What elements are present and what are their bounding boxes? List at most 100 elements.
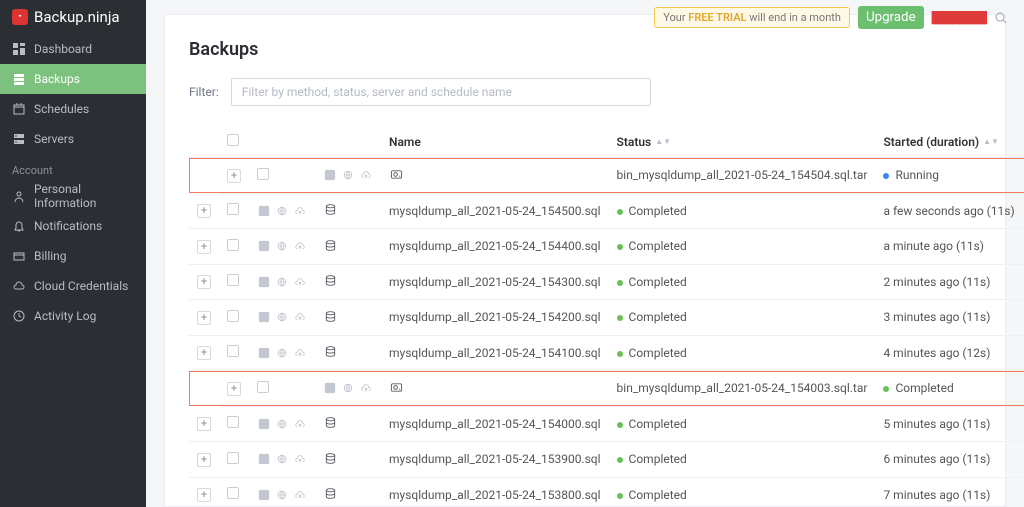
sort-icon[interactable]: ▲▼ — [983, 140, 999, 144]
info-icon — [257, 418, 271, 430]
db-icon — [323, 487, 337, 501]
sidebar-item-notifications[interactable]: Notifications — [0, 211, 146, 241]
backup-started: a few seconds ago (11s) — [875, 193, 1022, 229]
expand-row-button[interactable]: + — [197, 417, 211, 431]
backups-table: Name Status▲▼ Started (duration)▲▼ Serve… — [189, 126, 1024, 507]
sidebar-item-personal-information[interactable]: Personal Information — [0, 181, 146, 211]
backup-status: Completed — [875, 371, 1022, 407]
select-all-checkbox[interactable] — [227, 134, 239, 146]
backup-name: mysqldump_all_2021-05-24_153800.sql — [381, 477, 609, 507]
hdd-icon — [389, 167, 403, 181]
cloud-upload-icon — [293, 347, 307, 359]
info-icon — [257, 205, 271, 217]
expand-row-button[interactable]: + — [197, 488, 211, 502]
backups-icon — [12, 72, 26, 86]
sidebar-item-cloud-credentials[interactable]: Cloud Credentials — [0, 271, 146, 301]
backup-name: bin_mysqldump_all_2021-05-24_154003.sql.… — [609, 371, 876, 407]
backups-card: Backups Filter: Name Status▲▼ Started (d… — [164, 14, 1006, 507]
expand-row-button[interactable]: + — [197, 275, 211, 289]
expand-row-button[interactable]: + — [197, 204, 211, 218]
backup-status: Completed — [609, 264, 876, 300]
row-checkbox[interactable] — [227, 416, 239, 428]
row-checkbox[interactable] — [257, 381, 269, 393]
expand-row-button[interactable]: + — [227, 169, 241, 183]
sidebar-item-billing[interactable]: Billing — [0, 241, 146, 271]
cloud-upload-icon — [293, 311, 307, 323]
db-icon — [323, 345, 337, 359]
globe-icon — [275, 240, 289, 252]
cloud-upload-icon — [359, 169, 373, 181]
row-checkbox[interactable] — [227, 203, 239, 215]
server-icon — [12, 132, 26, 146]
table-row: + mysqldump_all_2021-05-24_154200.sqlComp… — [189, 300, 1024, 336]
globe-icon — [275, 205, 289, 217]
row-checkbox[interactable] — [227, 310, 239, 322]
sidebar-item-activity-log[interactable]: Activity Log — [0, 301, 146, 331]
globe-icon — [275, 347, 289, 359]
search-icon[interactable] — [994, 11, 1008, 25]
backup-started: 3 minutes ago (11s) — [875, 300, 1022, 336]
db-icon — [323, 309, 337, 323]
info-icon — [257, 311, 271, 323]
cloud-upload-icon — [293, 276, 307, 288]
backup-started: a minute ago (11s) — [875, 229, 1022, 265]
row-checkbox[interactable] — [227, 274, 239, 286]
expand-row-button[interactable]: + — [197, 311, 211, 325]
backup-status: Running — [875, 158, 1022, 194]
clock-icon — [12, 309, 26, 323]
globe-icon — [341, 169, 355, 181]
backup-status: Completed — [609, 300, 876, 336]
expand-row-button[interactable]: + — [227, 382, 241, 396]
info-icon — [257, 453, 271, 465]
filter-label: Filter: — [189, 85, 219, 99]
person-icon — [12, 189, 26, 203]
backup-status: Completed — [609, 477, 876, 507]
sort-icon[interactable]: ▲▼ — [655, 140, 671, 144]
cloud-upload-icon — [293, 418, 307, 430]
row-checkbox[interactable] — [227, 239, 239, 251]
globe-icon — [341, 382, 355, 394]
backup-name: mysqldump_all_2021-05-24_154300.sql — [381, 264, 609, 300]
sidebar-item-schedules[interactable]: Schedules — [0, 94, 146, 124]
table-row: +mysqldump_all_2021-05-24_154500.sqlComp… — [189, 193, 1024, 229]
row-checkbox[interactable] — [227, 452, 239, 464]
sidebar-item-dashboard[interactable]: Dashboard — [0, 34, 146, 64]
info-icon — [323, 169, 337, 181]
backup-name: mysqldump_all_2021-05-24_153900.sql — [381, 442, 609, 478]
trial-banner: Your FREE TRIAL will end in a month — [654, 7, 850, 28]
cloud-upload-icon — [293, 240, 307, 252]
table-row: +mysqldump_all_2021-05-24_154400.sqlComp… — [189, 229, 1024, 265]
backup-status: Completed — [609, 406, 876, 442]
upgrade-button[interactable]: Upgrade — [858, 6, 924, 29]
backup-name: mysqldump_all_2021-05-24_154200.sql — [381, 300, 609, 336]
backup-name: mysqldump_all_2021-05-24_154400.sql — [381, 229, 609, 265]
backup-started: 5 minutes ago (11s) — [875, 406, 1022, 442]
info-icon — [323, 382, 337, 394]
row-checkbox[interactable] — [227, 345, 239, 357]
backup-name: mysqldump_all_2021-05-24_154500.sql — [381, 193, 609, 229]
sidebar-section-account: Account — [0, 154, 146, 181]
table-row: + mysqldump_all_2021-05-24_153800.sqlComp… — [189, 477, 1024, 507]
brand: Backup.ninja — [0, 0, 146, 34]
sidebar-item-servers[interactable]: Servers — [0, 124, 146, 154]
backup-started: 7 minutes ago (11s) — [875, 477, 1022, 507]
globe-icon — [275, 276, 289, 288]
backup-status: Completed — [609, 442, 876, 478]
table-row: + mysqldump_all_2021-05-24_154300.sqlComp… — [189, 264, 1024, 300]
db-icon — [323, 238, 337, 252]
filter-input[interactable] — [231, 78, 651, 106]
expand-row-button[interactable]: + — [197, 240, 211, 254]
user-menu[interactable]: ████████ — [932, 11, 986, 24]
hdd-icon — [389, 380, 403, 394]
backup-name: bin_mysqldump_all_2021-05-24_154504.sql.… — [609, 158, 876, 194]
expand-row-button[interactable]: + — [197, 453, 211, 467]
row-checkbox[interactable] — [257, 168, 269, 180]
table-row: +mysqldump_all_2021-05-24_154100.sqlComp… — [189, 335, 1024, 371]
row-checkbox[interactable] — [227, 487, 239, 499]
cloud-upload-icon — [293, 453, 307, 465]
table-row: + mysqldump_all_2021-05-24_153900.sqlComp… — [189, 442, 1024, 478]
sidebar-item-backups[interactable]: Backups — [0, 64, 146, 94]
info-icon — [257, 347, 271, 359]
expand-row-button[interactable]: + — [197, 346, 211, 360]
dashboard-icon — [12, 42, 26, 56]
